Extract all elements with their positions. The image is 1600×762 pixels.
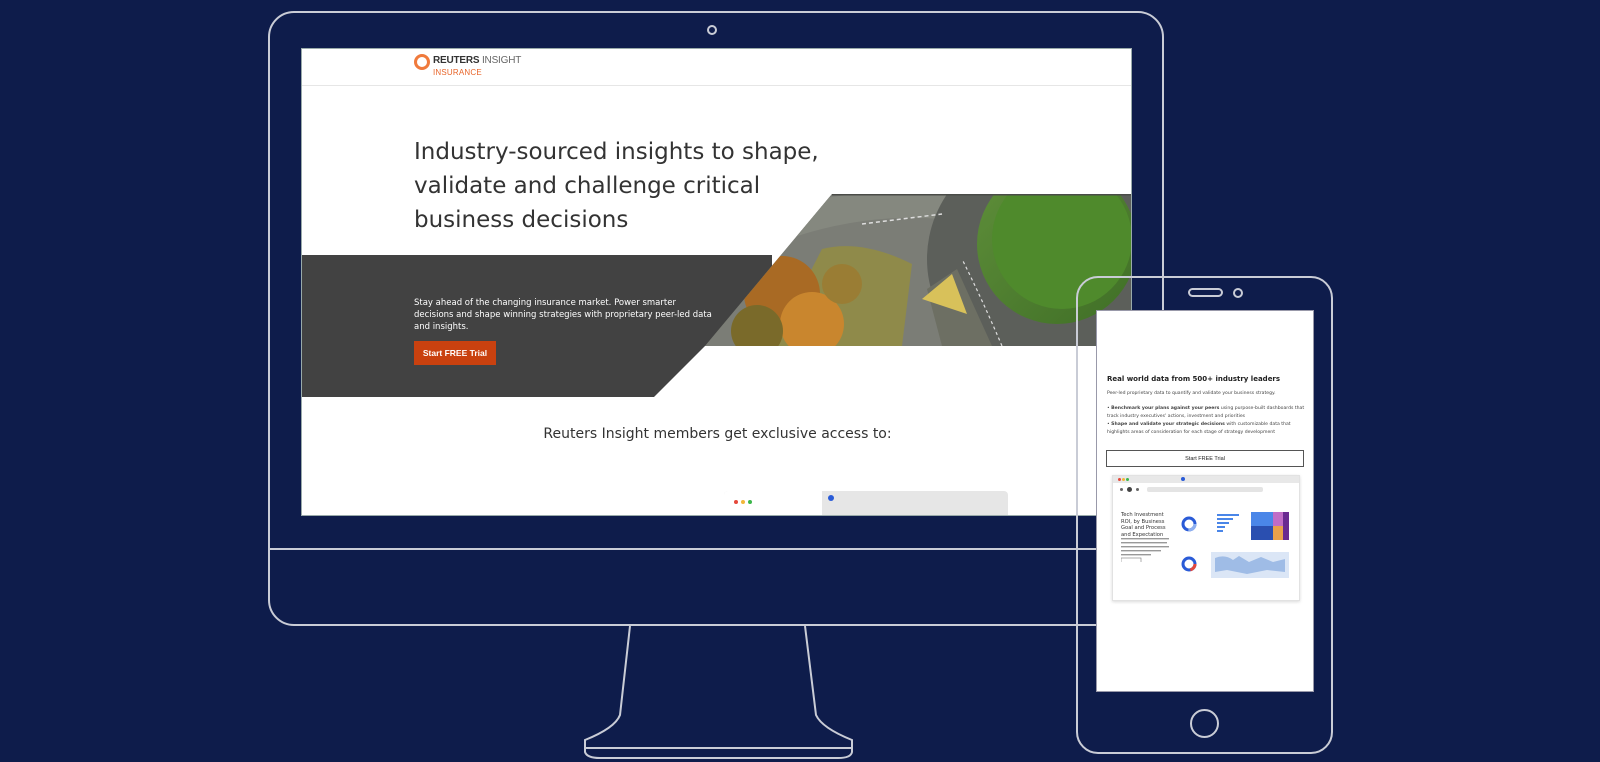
tab-favicon-icon: [828, 495, 834, 501]
phone-home-button[interactable]: [1190, 709, 1219, 738]
start-free-trial-button[interactable]: Start FREE Trial: [414, 341, 496, 365]
window-minimize-icon: [741, 500, 745, 504]
preview-text-lines: [1121, 538, 1169, 562]
mobile-feature-list: • Benchmark your plans against your peer…: [1107, 405, 1307, 437]
preview-close-icon: [1118, 478, 1121, 481]
preview-address-bar: [1147, 487, 1263, 492]
monitor-chin-divider: [270, 548, 1162, 550]
list-item: • Benchmark your plans against your peer…: [1107, 406, 1305, 419]
preview-mini-charts: [1181, 512, 1289, 578]
dashboard-preview-window: [724, 491, 822, 515]
dashboard-preview-card: Tech Investment ROI, by Business Goal an…: [1112, 475, 1300, 601]
monitor-camera: [707, 25, 717, 35]
preview-minimize-icon: [1122, 478, 1125, 481]
preview-back-icon: [1120, 488, 1123, 491]
window-maximize-icon: [748, 500, 752, 504]
preview-reload-icon: [1127, 487, 1132, 492]
desktop-screen: REUTERS INSIGHT INSURANCE Industry-sourc…: [301, 48, 1132, 516]
preview-card-title: Tech Investment ROI, by Business Goal an…: [1121, 512, 1166, 538]
mobile-start-free-trial-button[interactable]: Start FREE Trial: [1106, 450, 1304, 467]
preview-tabbar: [1113, 476, 1299, 483]
hero-description: Stay ahead of the changing insurance mar…: [414, 298, 712, 332]
members-heading: Reuters Insight members get exclusive ac…: [543, 426, 892, 442]
mobile-section-title: Real world data from 500+ industry leade…: [1107, 375, 1281, 383]
window-close-icon: [734, 500, 738, 504]
preview-home-icon: [1136, 488, 1139, 491]
list-item: • Shape and validate your strategic deci…: [1107, 422, 1291, 435]
phone-speaker: [1188, 288, 1223, 297]
mobile-screen: Real world data from 500+ industry leade…: [1096, 310, 1314, 692]
phone-camera: [1233, 288, 1243, 298]
hero-graphic: [302, 194, 1131, 397]
preview-favicon-icon: [1181, 477, 1185, 481]
preview-maximize-icon: [1126, 478, 1129, 481]
mobile-section-subtitle: Peer-led proprietary data to quantify an…: [1107, 391, 1276, 396]
